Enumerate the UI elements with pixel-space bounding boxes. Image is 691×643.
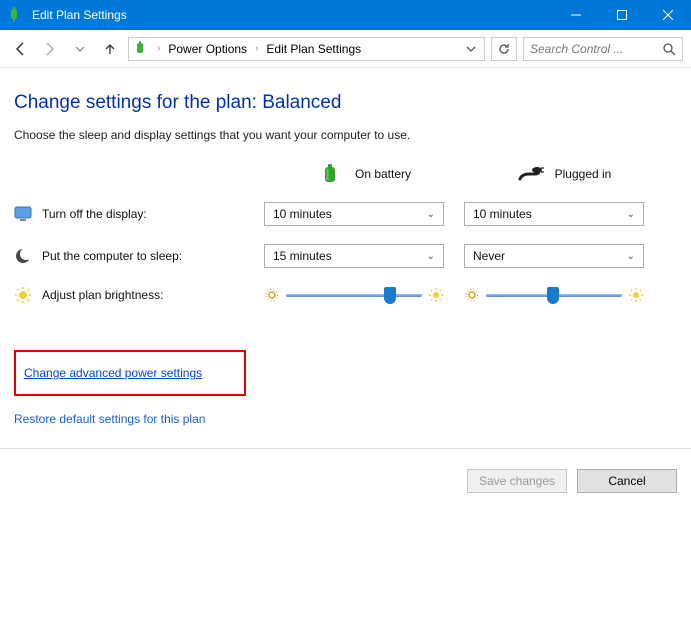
row-label-brightness: Adjust plan brightness:: [14, 286, 264, 304]
search-icon: [662, 42, 676, 56]
minimize-button[interactable]: [553, 0, 599, 30]
brightness-battery-slider[interactable]: [264, 287, 444, 303]
breadcrumb-edit-plan[interactable]: Edit Plan Settings: [266, 42, 361, 56]
window-title: Edit Plan Settings: [32, 8, 553, 22]
moon-icon: [14, 247, 32, 265]
sun-low-icon: [264, 287, 280, 303]
change-advanced-power-settings-link[interactable]: Change advanced power settings: [14, 350, 246, 396]
sleep-timeout-battery-select[interactable]: 15 minutes ⌄: [264, 244, 444, 268]
footer-buttons: Save changes Cancel: [0, 469, 691, 507]
back-button[interactable]: [8, 37, 32, 61]
cancel-button[interactable]: Cancel: [577, 469, 677, 493]
sun-high-icon: [428, 287, 444, 303]
battery-icon: [317, 164, 345, 184]
sun-high-icon: [628, 287, 644, 303]
column-header-battery: On battery: [264, 164, 464, 184]
sun-icon: [14, 286, 32, 304]
divider: [0, 448, 691, 449]
close-button[interactable]: [645, 0, 691, 30]
breadcrumb-power-options[interactable]: Power Options: [168, 42, 247, 56]
chevron-down-icon: ⌄: [427, 251, 435, 262]
power-options-icon: [133, 41, 149, 57]
chevron-right-icon: ›: [153, 43, 164, 54]
column-header-ac: Plugged in: [464, 164, 664, 184]
plug-icon: [517, 164, 545, 184]
display-timeout-ac-select[interactable]: 10 minutes ⌄: [464, 202, 644, 226]
address-bar[interactable]: › Power Options › Edit Plan Settings: [128, 37, 485, 61]
address-history-button[interactable]: [462, 38, 480, 60]
row-label-sleep: Put the computer to sleep:: [14, 247, 264, 265]
search-box[interactable]: Search Control ...: [523, 37, 683, 61]
brightness-ac-slider[interactable]: [464, 287, 644, 303]
title-bar: Edit Plan Settings: [0, 0, 691, 30]
sleep-timeout-ac-select[interactable]: Never ⌄: [464, 244, 644, 268]
sun-low-icon: [464, 287, 480, 303]
row-label-display: Turn off the display:: [14, 205, 264, 223]
display-timeout-battery-select[interactable]: 10 minutes ⌄: [264, 202, 444, 226]
page-title: Change settings for the plan: Balanced: [14, 92, 677, 114]
refresh-button[interactable]: [491, 37, 517, 61]
chevron-down-icon: ⌄: [627, 251, 635, 262]
app-icon: [8, 7, 24, 23]
content-area: Change settings for the plan: Balanced C…: [0, 68, 691, 469]
chevron-right-icon: ›: [251, 43, 262, 54]
search-placeholder: Search Control ...: [530, 42, 656, 56]
chevron-down-icon: ⌄: [627, 209, 635, 220]
page-subtitle: Choose the sleep and display settings th…: [14, 128, 677, 142]
column-label-battery: On battery: [355, 167, 411, 181]
save-changes-button: Save changes: [467, 469, 567, 493]
maximize-button[interactable]: [599, 0, 645, 30]
restore-default-settings-link[interactable]: Restore default settings for this plan: [14, 412, 677, 426]
navigation-bar: › Power Options › Edit Plan Settings Sea…: [0, 30, 691, 68]
monitor-icon: [14, 205, 32, 223]
chevron-down-icon: ⌄: [427, 209, 435, 220]
up-button[interactable]: [98, 37, 122, 61]
forward-button: [38, 37, 62, 61]
recent-locations-button[interactable]: [68, 37, 92, 61]
column-label-ac: Plugged in: [555, 167, 612, 181]
